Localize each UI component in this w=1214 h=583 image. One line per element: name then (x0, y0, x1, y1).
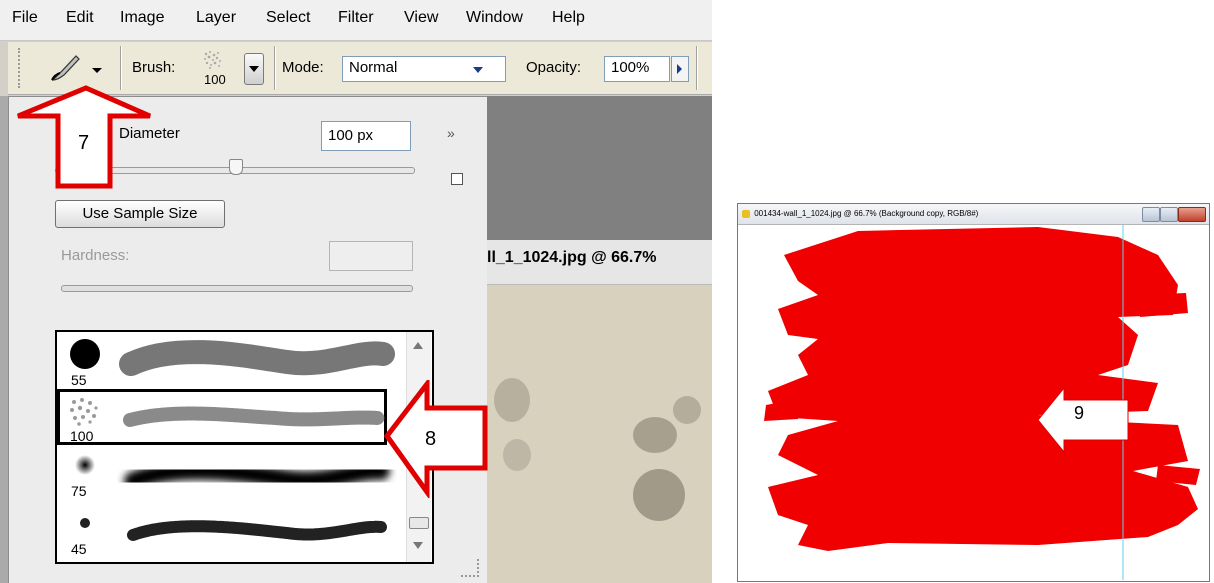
panel-edge (0, 96, 8, 583)
hardness-slider (61, 285, 413, 292)
panel-menu-icon[interactable]: » (447, 125, 455, 141)
brush-size-label: 45 (71, 541, 87, 557)
mode-label: Mode: (282, 59, 324, 76)
chevron-down-icon (473, 67, 483, 73)
opacity-label: Opacity: (526, 59, 582, 76)
rough-round-brush-icon (80, 518, 90, 528)
brush-size-label: 55 (71, 372, 87, 388)
textured-brush-icon (70, 398, 98, 426)
workspace-background (487, 96, 712, 240)
menu-layer[interactable]: Layer (196, 9, 236, 27)
scroll-up-icon[interactable] (413, 342, 423, 349)
scroll-down-icon[interactable] (413, 542, 423, 549)
diameter-field[interactable]: 100 px (321, 121, 411, 151)
brush-preset-100-selected[interactable]: 100 (57, 389, 387, 445)
painted-canvas[interactable] (738, 225, 1209, 580)
grip-handle[interactable] (18, 48, 24, 88)
brush-stroke-preview (119, 340, 395, 376)
callout-label-8: 8 (425, 428, 437, 450)
soft-round-brush-icon (75, 455, 95, 475)
brush-tool-icon[interactable] (48, 50, 84, 86)
result-window-titlebar[interactable]: 001434-wall_1_1024.jpg @ 66.7% (Backgrou… (738, 204, 1209, 225)
opacity-field[interactable]: 100% (604, 56, 670, 82)
menu-help[interactable]: Help (552, 9, 585, 27)
menu-view[interactable]: View (404, 9, 438, 27)
diameter-value: 100 px (328, 127, 374, 144)
brush-preset-75[interactable]: 75 (57, 447, 407, 505)
tool-preset-chevron-icon[interactable] (92, 68, 102, 73)
brush-size-value: 100 (204, 72, 226, 87)
maximize-button[interactable] (1160, 207, 1178, 222)
menu-window[interactable]: Window (466, 9, 523, 27)
brush-preset-45[interactable]: 45 (57, 505, 407, 562)
hard-round-brush-icon (70, 339, 100, 369)
brush-size-label: 100 (70, 428, 94, 444)
callout-label-7: 7 (78, 132, 90, 154)
brush-stroke-preview (124, 461, 390, 490)
wall-texture-image (494, 378, 701, 521)
mode-select-value: Normal (349, 59, 398, 76)
brush-label: Brush: (132, 59, 176, 76)
brush-preset-list: 55 100 75 45 (55, 330, 434, 564)
photoshop-screenshot: File Edit Image Layer Select Filter View… (0, 0, 712, 583)
minimize-button[interactable] (1142, 207, 1160, 222)
menu-select[interactable]: Select (266, 9, 310, 27)
document-title: ll_1_1024.jpg @ 66.7% (487, 249, 657, 266)
brush-preview-icon (204, 51, 221, 69)
menu-bar: File Edit Image Layer Select Filter View… (0, 0, 712, 41)
brush-stroke-preview (123, 406, 385, 427)
opacity-value: 100% (611, 59, 650, 76)
opacity-stepper[interactable] (671, 56, 689, 82)
chevron-right-icon (677, 64, 682, 74)
diameter-slider-thumb[interactable] (229, 159, 243, 175)
hardness-field (329, 241, 413, 271)
divider (696, 46, 697, 90)
divider (274, 46, 275, 90)
scroll-thumb[interactable] (409, 517, 429, 529)
hardness-label: Hardness: (61, 247, 130, 264)
menu-filter[interactable]: Filter (338, 9, 374, 27)
result-window: 001434-wall_1_1024.jpg @ 66.7% (Backgrou… (737, 203, 1210, 582)
menu-edit[interactable]: Edit (66, 9, 94, 27)
chevron-down-icon (249, 66, 259, 72)
brush-preset-55[interactable]: 55 (57, 332, 407, 392)
resize-grip-icon[interactable] (461, 559, 479, 577)
menu-image[interactable]: Image (120, 9, 164, 27)
brush-picker-button[interactable] (244, 53, 264, 85)
callout-label-9: 9 (1074, 403, 1085, 423)
brush-size-label: 75 (71, 483, 87, 499)
reset-icon[interactable] (451, 173, 463, 185)
menu-file[interactable]: File (12, 9, 38, 27)
app-icon (742, 209, 750, 218)
brush-preview[interactable]: 100 (198, 48, 228, 90)
mode-select[interactable]: Normal (342, 56, 506, 82)
red-paint-strokes (764, 227, 1200, 551)
document-title-bar[interactable]: ll_1_1024.jpg @ 66.7% (487, 240, 712, 285)
brush-stroke-preview (127, 520, 387, 541)
close-button[interactable] (1178, 207, 1206, 222)
document-canvas[interactable] (487, 285, 712, 583)
result-window-title: 001434-wall_1_1024.jpg @ 66.7% (Backgrou… (754, 209, 979, 218)
use-sample-size-button[interactable]: Use Sample Size (55, 200, 225, 228)
